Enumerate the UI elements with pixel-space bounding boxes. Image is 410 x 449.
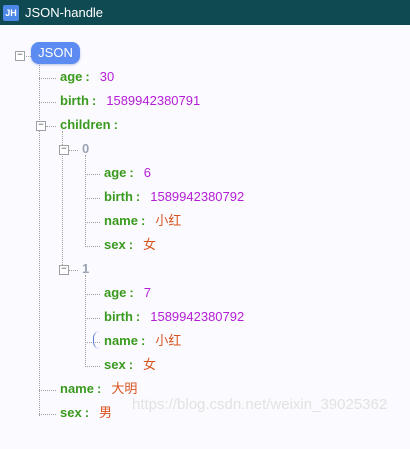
value-label: 7 xyxy=(143,285,151,300)
tree-row-child0-sex[interactable]: sex: 女 xyxy=(104,235,156,255)
value-label: 小红 xyxy=(155,333,182,348)
tree-row-child1-sex[interactable]: sex: 女 xyxy=(104,355,156,375)
watermark-text: https://blog.csdn.net/weixin_39025362 xyxy=(132,396,388,413)
tree-row-child0-age[interactable]: age:6 xyxy=(104,163,151,183)
value-label: 大明 xyxy=(111,381,138,396)
tree-row-sex[interactable]: sex: 男 xyxy=(60,403,112,423)
collapse-item-1-toggle[interactable]: − xyxy=(59,265,69,275)
key-label: sex xyxy=(104,237,126,252)
key-label: name xyxy=(60,381,94,396)
tree-row-birth[interactable]: birth:1589942380791 xyxy=(60,91,200,111)
tree-row-child1-name[interactable]: name: 小红 xyxy=(104,331,181,351)
collapse-children-toggle[interactable]: − xyxy=(36,121,46,131)
key-label: age xyxy=(60,69,83,84)
key-label: name xyxy=(104,333,138,348)
key-label: birth xyxy=(104,309,133,324)
tree-row-age[interactable]: age:30 xyxy=(60,67,114,87)
index-label: 0 xyxy=(82,141,90,156)
hover-bracket-indicator xyxy=(93,331,101,349)
value-label: 6 xyxy=(143,165,151,180)
tree-row-child1-birth[interactable]: birth:1589942380792 xyxy=(104,307,244,327)
tree-row-name[interactable]: name: 大明 xyxy=(60,379,137,399)
tree-row-child1-age[interactable]: age:7 xyxy=(104,283,151,303)
key-label: sex xyxy=(60,405,82,420)
index-label: 1 xyxy=(82,261,90,276)
value-label: 1589942380792 xyxy=(150,189,245,204)
title-bar: JH JSON-handle xyxy=(0,0,410,25)
app-icon: JH xyxy=(3,4,19,21)
collapse-root-toggle[interactable]: − xyxy=(15,51,25,61)
tree-row-children[interactable]: children: xyxy=(60,115,118,135)
json-tree: − − − − JSON age:30 birth:1589942380791 … xyxy=(0,25,410,449)
array-index-0[interactable]: 0 xyxy=(82,139,89,159)
value-label: 1589942380792 xyxy=(150,309,245,324)
value-label: 30 xyxy=(99,69,115,84)
key-label: birth xyxy=(60,93,89,108)
collapse-item-0-toggle[interactable]: − xyxy=(59,145,69,155)
root-node-badge[interactable]: JSON xyxy=(31,42,80,64)
tree-row-child0-birth[interactable]: birth:1589942380792 xyxy=(104,187,244,207)
value-label: 1589942380791 xyxy=(106,93,201,108)
value-label: 男 xyxy=(99,405,113,420)
key-label: age xyxy=(104,285,127,300)
key-label: children xyxy=(60,117,111,132)
tree-row-child0-name[interactable]: name: 小红 xyxy=(104,211,181,231)
value-label: 女 xyxy=(143,357,157,372)
key-label: age xyxy=(104,165,127,180)
value-label: 女 xyxy=(143,237,157,252)
key-label: name xyxy=(104,213,138,228)
window-title: JSON-handle xyxy=(25,5,104,20)
array-index-1[interactable]: 1 xyxy=(82,259,89,279)
value-label: 小红 xyxy=(155,213,182,228)
key-label: birth xyxy=(104,189,133,204)
key-label: sex xyxy=(104,357,126,372)
